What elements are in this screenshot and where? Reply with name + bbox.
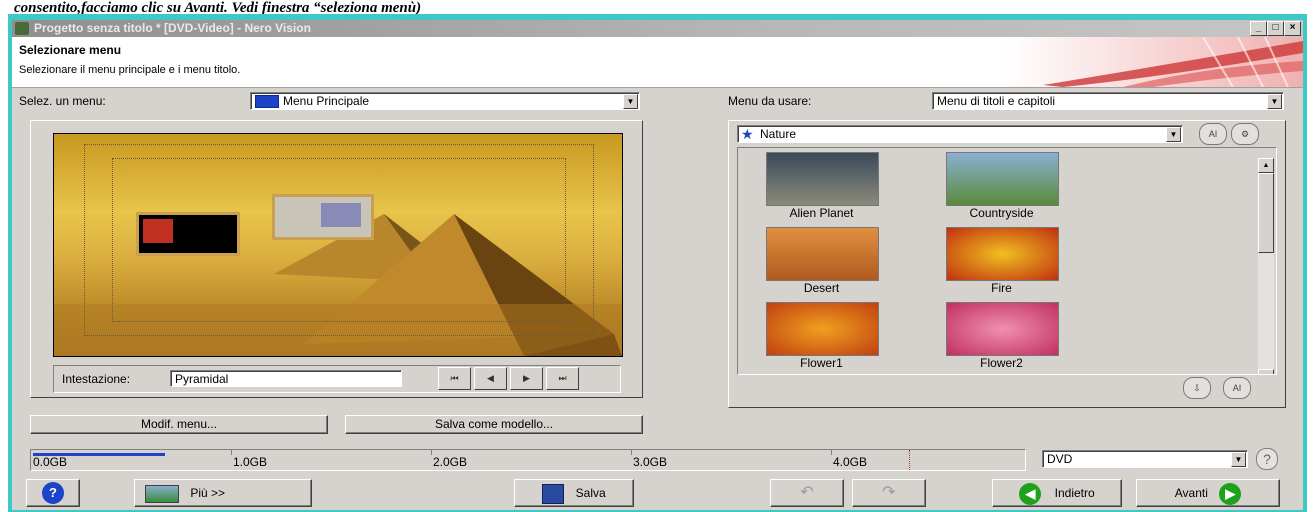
template-thumb [946, 302, 1059, 356]
scroll-down-icon[interactable]: ▼ [1258, 369, 1274, 374]
tick-label: 0.0GB [33, 455, 68, 469]
tick-label: 4.0GB [833, 455, 868, 469]
floppy-disk-icon [542, 483, 565, 504]
select-menu-label: Selez. un menu: [19, 94, 106, 108]
scroll-up-icon[interactable]: ▲ [1258, 158, 1274, 173]
close-button[interactable]: × [1284, 21, 1301, 36]
template-scrollbar[interactable]: ▲ ▼ [1258, 158, 1274, 374]
import-template-icon[interactable]: ⇩ [1183, 377, 1211, 399]
tick-label: 3.0GB [633, 455, 668, 469]
template-name: Flower1 [800, 356, 843, 370]
more-button-label: Più >> [190, 486, 226, 500]
template-name: Fire [991, 281, 1012, 295]
tick-mark [431, 450, 432, 455]
first-page-button[interactable]: ⏮ [438, 367, 471, 390]
template-thumb [766, 152, 879, 206]
template-name: Flower2 [980, 356, 1023, 370]
heading-input[interactable]: Pyramidal [170, 370, 402, 387]
template-thumb [766, 227, 879, 281]
tick-mark [831, 450, 832, 455]
maximize-button[interactable]: □ [1267, 21, 1284, 36]
chevron-down-icon[interactable]: ▼ [1231, 452, 1246, 467]
category-dropdown[interactable]: ★ Nature ▼ [737, 125, 1183, 143]
menu-preview-panel: Intestazione: Pyramidal ⏮ ◀ ▶ ⏭ [30, 120, 643, 398]
scroll-thumb[interactable] [1258, 173, 1274, 253]
last-page-button[interactable]: ⏭ [546, 367, 579, 390]
title-button-thumb-1[interactable] [136, 212, 240, 256]
tick-label: 1.0GB [233, 455, 268, 469]
thumb-1-image [143, 219, 173, 243]
page-title: Selezionare menu [19, 43, 122, 57]
menu-select-dropdown[interactable]: Menu Principale ▼ [250, 92, 640, 110]
film-strip-logo [1003, 37, 1303, 87]
next-button[interactable]: Avanti ▶ [1136, 479, 1280, 507]
capacity-limit-marker [909, 450, 910, 470]
page-subtitle: Selezionare il menu principale e i menu … [19, 64, 241, 76]
disc-capacity-bar: 0.0GB 1.0GB 2.0GB 3.0GB 4.0GB [30, 449, 1026, 471]
nero-vision-window: Progetto senza titolo * [DVD-Video] - Ne… [12, 20, 1303, 510]
chevron-down-icon[interactable]: ▼ [1166, 127, 1181, 142]
template-thumb [766, 302, 879, 356]
arrow-left-icon: ◀ [1019, 482, 1042, 505]
prev-page-button[interactable]: ◀ [474, 367, 507, 390]
bottom-toolbar: ? Più >> Salva ↶ ↷ ◀ Indietro Avanti ▶ [12, 475, 1303, 510]
template-name: Countryside [969, 206, 1034, 220]
menu-select-value: Menu Principale [283, 94, 370, 108]
redo-button[interactable]: ↷ [852, 479, 926, 507]
undo-button[interactable]: ↶ [770, 479, 844, 507]
menu-type-dropdown[interactable]: Menu di titoli e capitoli ▼ [932, 92, 1284, 110]
chevron-down-icon[interactable]: ▼ [623, 94, 638, 109]
menu-icon [255, 95, 279, 108]
heading-value: Pyramidal [175, 372, 229, 386]
tick-mark [631, 450, 632, 455]
category-value: Nature [760, 127, 797, 141]
template-panel: ★ Nature ▼ AI ⚙ Alien Planet Countryside… [728, 120, 1286, 408]
chevron-down-icon[interactable]: ▼ [1267, 94, 1282, 109]
heading-label: Intestazione: [62, 372, 131, 386]
title-bar[interactable]: Progetto senza titolo * [DVD-Video] - Ne… [12, 20, 1303, 37]
modify-menu-button[interactable]: Modif. menu... [30, 415, 328, 434]
menu-type-value: Menu di titoli e capitoli [937, 94, 1056, 108]
window-title: Progetto senza titolo * [DVD-Video] - Ne… [34, 21, 311, 35]
tick-label: 2.0GB [433, 455, 468, 469]
disc-type-value: DVD [1047, 452, 1073, 466]
template-thumb [946, 227, 1059, 281]
save-as-template-button[interactable]: Salva come modello... [345, 415, 643, 434]
next-button-label: Avanti [1174, 486, 1208, 500]
wizard-header: Selezionare menu Selezionare il menu pri… [12, 37, 1303, 88]
all-templates-bottom-icon[interactable]: AI [1223, 377, 1251, 399]
title-button-thumb-2[interactable] [272, 194, 374, 240]
next-page-button[interactable]: ▶ [510, 367, 543, 390]
help-icon: ? [42, 482, 64, 504]
minimize-button[interactable]: _ [1250, 21, 1267, 36]
save-button-label: Salva [575, 486, 606, 500]
star-icon: ★ [741, 126, 754, 142]
help-button[interactable]: ? [26, 479, 80, 507]
help-icon[interactable]: ? [1256, 448, 1278, 470]
back-button-label: Indietro [1054, 486, 1095, 500]
all-templates-icon[interactable]: AI [1199, 123, 1227, 145]
tick-mark [231, 450, 232, 455]
template-options-icon[interactable]: ⚙ [1231, 123, 1259, 145]
app-icon [15, 22, 29, 35]
heading-bar: Intestazione: Pyramidal ⏮ ◀ ▶ ⏭ [53, 365, 621, 393]
template-name: Alien Planet [789, 206, 854, 220]
more-button[interactable]: Più >> [134, 479, 312, 507]
arrow-right-icon: ▶ [1219, 482, 1242, 505]
menu-preview-image [53, 133, 623, 357]
back-button[interactable]: ◀ Indietro [992, 479, 1122, 507]
template-name: Desert [803, 281, 840, 295]
save-button[interactable]: Salva [514, 479, 634, 507]
template-grid: Alien Planet Countryside Desert Fire Flo… [737, 147, 1277, 375]
more-options-icon [145, 484, 179, 503]
menu-to-use-label: Menu da usare: [728, 94, 812, 108]
disc-type-dropdown[interactable]: DVD ▼ [1042, 450, 1248, 468]
template-thumb [946, 152, 1059, 206]
thumb-2-image [321, 203, 361, 227]
